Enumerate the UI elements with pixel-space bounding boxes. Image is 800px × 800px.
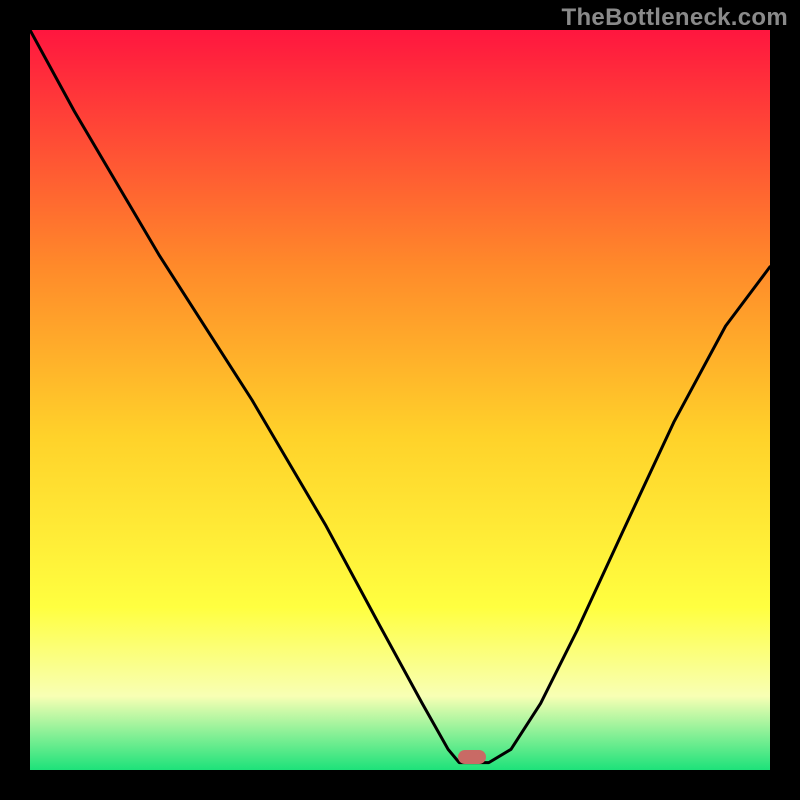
bottleneck-plot xyxy=(30,30,770,770)
watermark-text: TheBottleneck.com xyxy=(562,4,788,32)
optimal-marker xyxy=(458,750,486,764)
chart-frame: TheBottleneck.com xyxy=(0,0,800,800)
gradient-background xyxy=(30,30,770,770)
